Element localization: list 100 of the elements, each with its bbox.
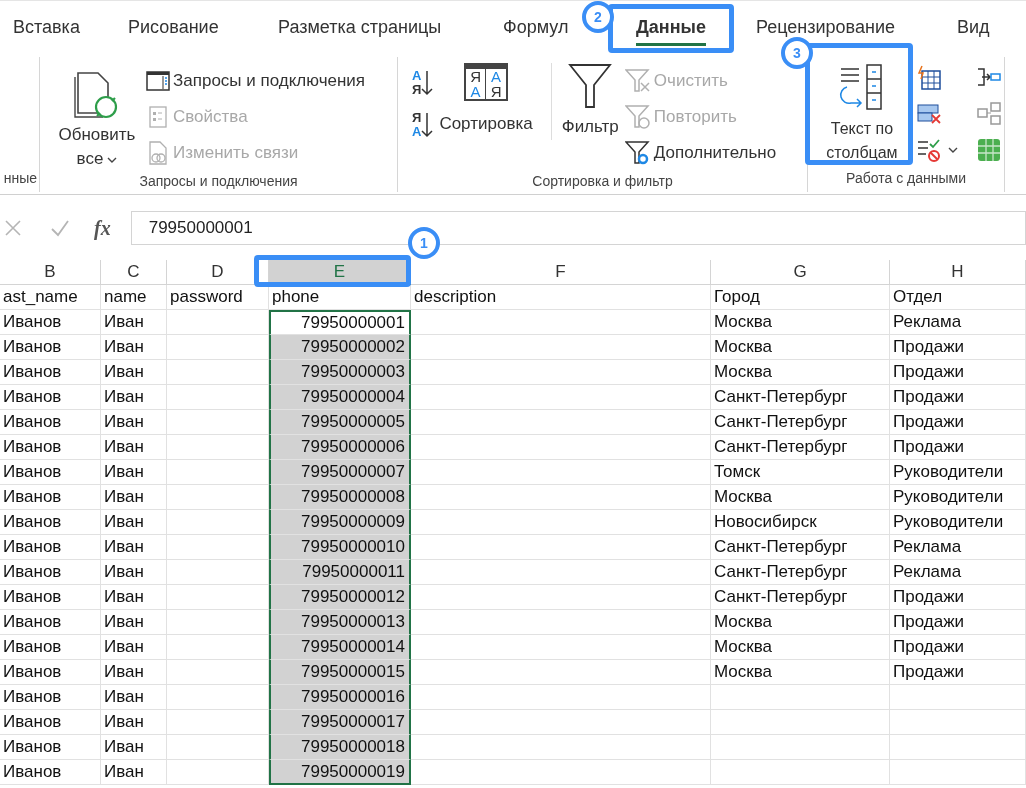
ribbon-tab[interactable]: Формул [503,15,569,39]
column-header[interactable]: B [0,260,101,285]
sort-letter: А [412,125,422,139]
table-cell: Санкт-Петербург [711,385,890,410]
sort-letter: А [412,69,422,83]
table-cell: Продажи [890,585,1026,610]
table-cell: Иванов [0,610,101,635]
ribbon-tab[interactable]: Вставка [13,15,80,39]
column-header[interactable]: F [411,260,711,285]
ribbon-tab[interactable]: Рецензирование [756,15,895,39]
table-cell: 79950000007 [269,460,411,485]
refresh-all-button[interactable]: Обновить все [54,71,140,171]
table-cell: Реклама [890,560,1026,585]
ribbon-tab[interactable]: Вид [957,15,990,39]
table-cell: Продажи [890,435,1026,460]
table-cell: 79950000001 [269,310,411,335]
funnel-clear-icon [624,68,651,94]
caret-icon [948,146,958,154]
table-cell: Город [711,285,890,310]
caret-icon [107,155,118,164]
table-cell: Иванов [0,435,101,460]
ribbon-tab[interactable]: Данные [636,15,706,46]
table-cell: Москва [711,310,890,335]
table-cell: Иванов [0,410,101,435]
column-header[interactable]: D [167,260,269,285]
table-cell: Продажи [890,335,1026,360]
column-header[interactable]: G [711,260,890,285]
table-cell: Реклама [890,535,1026,560]
table-cell: Иван [101,335,167,360]
table-cell: Продажи [890,360,1026,385]
refresh-document-icon [74,71,120,119]
table-cell: Продажи [890,385,1026,410]
table-cell: Иван [101,385,167,410]
table-cell: Руководители [890,460,1026,485]
sort-button[interactable]: Я А [412,111,434,139]
table-cell: Санкт-Петербург [711,535,890,560]
table-cell: Иван [101,760,167,785]
table-cell: 79950000015 [269,660,411,685]
table-cell: 79950000018 [269,735,411,760]
table-cell: Санкт-Петербург [711,435,890,460]
down-arrow-icon [421,112,434,138]
table-cell: Иван [101,660,167,685]
data-validation-icon [916,137,942,163]
table-cell: Руководители [890,510,1026,535]
table-cell: Иванов [0,360,101,385]
table-cell: 79950000003 [269,360,411,385]
sort-letter: А [466,84,487,99]
table-cell: Иван [101,635,167,660]
table-cell: Отдел [890,285,1026,310]
column-header[interactable]: H [890,260,1026,285]
funnel-refresh-icon [624,104,651,130]
relationships-icon [976,101,1002,127]
table-cell: 79950000010 [269,535,411,560]
table-cell: Иван [101,710,167,735]
table-cell: 79950000011 [269,560,411,585]
table-cell: 79950000017 [269,710,411,735]
table-cell: 79950000002 [269,335,411,360]
column-header[interactable]: C [101,260,167,285]
table-cell: Москва [711,660,890,685]
table-cell: 79950000016 [269,685,411,710]
table-cell: 79950000005 [269,410,411,435]
sort-letter: Я [412,83,422,97]
ribbon-button[interactable]: Запросы и подключения [146,63,366,99]
table-cell: Москва [711,610,890,635]
table-cell: Иванов [0,510,101,535]
table-cell: Реклама [890,310,1026,335]
sort-button[interactable]: Я А А Я Сортировка [439,63,533,137]
table-cell: 79950000012 [269,585,411,610]
cancel-icon [4,218,22,237]
table-cell: 79950000009 [269,510,411,535]
table-cell: Иван [101,485,167,510]
group-label: Работа с данными [845,169,967,188]
funnel-gear-icon [624,140,651,166]
table-cell: 79950000006 [269,435,411,460]
table-cell: Иванов [0,760,101,785]
table-cell: Иван [101,735,167,760]
insert-function-button[interactable]: fx [94,212,111,243]
sort-letter: Я [466,69,487,84]
table-cell: Иванов [0,735,101,760]
ribbon-tab[interactable]: Разметка страницы [278,15,442,39]
sort-button[interactable]: А Я [412,69,434,97]
table-cell: Новосибирск [711,510,890,535]
ribbon-button[interactable]: Дополнительно [624,135,777,171]
properties-icon [146,106,170,128]
table-cell: Иванов [0,560,101,585]
group-label: Сортировка и фильтр [531,172,674,191]
table-cell: Иванов [0,460,101,485]
table-cell: 79950000004 [269,385,411,410]
table-cell: Иван [101,460,167,485]
table-cell: Продажи [890,610,1026,635]
sort-letter: Я [489,84,503,99]
table-cell: Иванов [0,635,101,660]
table-cell: Иванов [0,710,101,735]
table-cell: 79950000013 [269,610,411,635]
table-cell: Иванов [0,585,101,610]
ribbon-tab[interactable]: Рисование [128,15,219,39]
table-cell: Иван [101,360,167,385]
table-cell: Санкт-Петербург [711,560,890,585]
text-to-columns-button[interactable]: Текст по столбцам [814,63,910,165]
filter-button[interactable]: Фильтр [550,63,619,140]
